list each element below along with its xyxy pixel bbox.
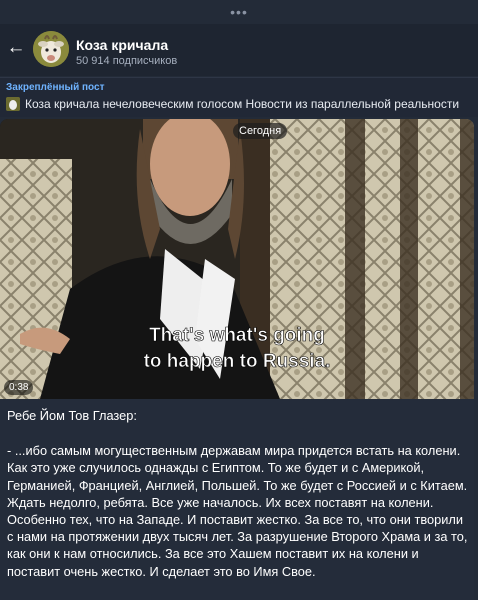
- pinned-label: Закреплённый пост: [6, 82, 105, 93]
- pinned-thumbnail: [6, 97, 20, 111]
- video-duration: 0:38: [4, 380, 34, 395]
- video-frame: That's what's going to happen to Russia.: [0, 119, 474, 399]
- subscriber-count: 50 914 подписчиков: [76, 55, 178, 67]
- channel-header: ← Коза кричала 50 914 подписчиков: [0, 24, 478, 76]
- video-subtitle-line1: That's what's going: [149, 325, 325, 346]
- pinned-message-bar[interactable]: Закреплённый пост Коза кричала нечеловеч…: [0, 77, 478, 117]
- video-subtitle-line2: to happen to Russia.: [144, 351, 331, 372]
- channel-avatar[interactable]: [33, 31, 69, 67]
- post-body: - ...ибо самым могущественным державам м…: [7, 443, 468, 579]
- goat-thumb-icon: [6, 97, 20, 111]
- channel-title[interactable]: Коза кричала: [76, 37, 168, 53]
- arrow-left-icon[interactable]: ←: [6, 38, 26, 58]
- pinned-text: Коза кричала нечеловеческим голосом Ново…: [25, 97, 460, 111]
- window-menu-dots[interactable]: •••: [0, 5, 478, 19]
- post-message: That's what's going to happen to Russia.…: [0, 119, 474, 600]
- post-text: Ребе Йом Тов Глазер: - ...ибо самым могу…: [7, 407, 471, 580]
- goat-avatar-icon: [33, 31, 69, 67]
- date-separator: Сегодня: [233, 123, 288, 139]
- post-author-line: Ребе Йом Тов Глазер:: [7, 408, 137, 423]
- video-player[interactable]: That's what's going to happen to Russia.…: [0, 119, 474, 399]
